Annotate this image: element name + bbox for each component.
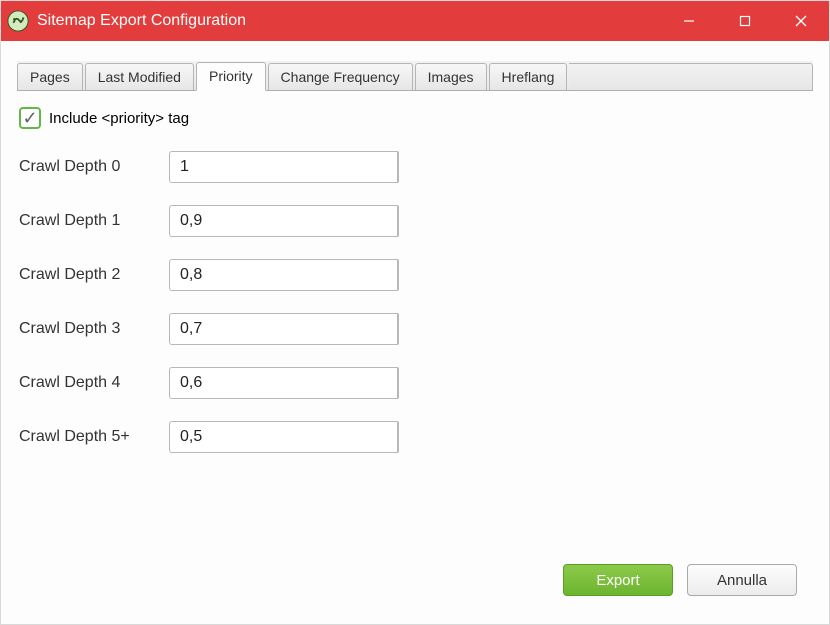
crawl-depth-3-input[interactable] [169,313,397,345]
cancel-button[interactable]: Annulla [687,564,797,596]
crawl-depth-label: Crawl Depth 3 [19,320,169,338]
tab-strip: Pages Last Modified Priority Change Freq… [17,61,813,91]
crawl-depth-0-input[interactable] [169,151,397,183]
tab-hreflang[interactable]: Hreflang [489,63,568,90]
crawl-depth-1-spinner [169,205,394,237]
tab-images[interactable]: Images [415,63,487,90]
crawl-depth-2-spinner [169,259,394,291]
crawl-depth-2-input[interactable] [169,259,397,291]
app-icon [7,10,29,32]
tab-label: Last Modified [98,69,181,85]
check-icon: ✓ [22,109,37,127]
tab-label: Change Frequency [281,69,400,85]
close-button[interactable] [773,1,829,41]
crawl-depth-5plus-spinner [169,421,394,453]
crawl-depth-4-input[interactable] [169,367,397,399]
crawl-depth-label: Crawl Depth 5+ [19,428,169,446]
crawl-depth-label: Crawl Depth 2 [19,266,169,284]
crawl-depth-1-row: Crawl Depth 1 [19,205,811,237]
crawl-depth-1-input[interactable] [169,205,397,237]
crawl-depth-label: Crawl Depth 4 [19,374,169,392]
crawl-depth-0-row: Crawl Depth 0 [19,151,811,183]
footer-buttons: Export Annulla [17,552,813,614]
tab-label: Images [428,69,474,85]
tab-label: Pages [30,69,70,85]
include-priority-checkbox[interactable]: ✓ [19,107,41,129]
tab-pages[interactable]: Pages [17,63,83,90]
tab-label: Hreflang [502,69,555,85]
tab-change-frequency[interactable]: Change Frequency [268,63,413,90]
crawl-depth-4-row: Crawl Depth 4 [19,367,811,399]
crawl-depth-4-spinner [169,367,394,399]
crawl-depth-label: Crawl Depth 1 [19,212,169,230]
tab-label: Priority [209,68,253,84]
tab-priority[interactable]: Priority [196,62,266,91]
button-label: Export [596,572,639,589]
crawl-depth-5plus-row: Crawl Depth 5+ [19,421,811,453]
include-priority-label: Include <priority> tag [49,110,189,127]
tab-strip-filler [569,63,813,90]
tab-last-modified[interactable]: Last Modified [85,63,194,90]
crawl-depth-5plus-input[interactable] [169,421,397,453]
priority-panel: ✓ Include <priority> tag Crawl Depth 0 [17,91,813,552]
crawl-depth-label: Crawl Depth 0 [19,158,169,176]
titlebar: Sitemap Export Configuration [1,1,829,41]
include-priority-row: ✓ Include <priority> tag [19,107,811,129]
crawl-depth-3-row: Crawl Depth 3 [19,313,811,345]
window-title: Sitemap Export Configuration [37,12,246,30]
minimize-button[interactable] [661,1,717,41]
maximize-button[interactable] [717,1,773,41]
button-label: Annulla [717,572,767,589]
crawl-depth-2-row: Crawl Depth 2 [19,259,811,291]
crawl-depth-3-spinner [169,313,394,345]
content-area: Pages Last Modified Priority Change Freq… [1,41,829,624]
crawl-depth-rows: Crawl Depth 0 Crawl Depth 1 [19,151,811,453]
crawl-depth-0-spinner [169,151,394,183]
app-window: Sitemap Export Configuration Pages Last … [0,0,830,625]
window-controls [661,1,829,41]
export-button[interactable]: Export [563,564,673,596]
